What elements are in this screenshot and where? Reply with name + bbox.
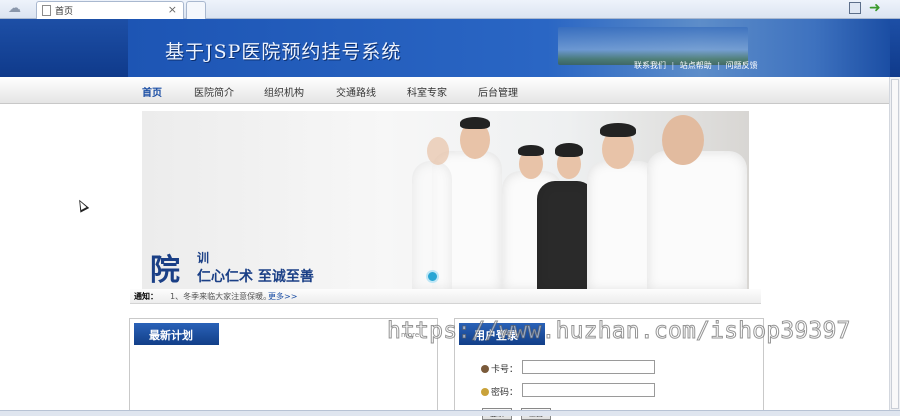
vertical-scrollbar[interactable] bbox=[889, 77, 900, 416]
notice-more-link[interactable]: 更多>> bbox=[268, 291, 297, 302]
scroll-thumb[interactable] bbox=[891, 79, 899, 409]
tab-title: 首页 bbox=[55, 7, 74, 17]
site-title: 基于JSP医院预约挂号系统 bbox=[165, 41, 402, 63]
nav-hospital-intro[interactable]: 医院简介 bbox=[194, 84, 234, 99]
notice-text[interactable]: 1、冬季来临大家注意保暖。 bbox=[170, 291, 271, 302]
doctor-hair bbox=[600, 123, 636, 137]
site-header bbox=[0, 19, 900, 77]
site-help-link[interactable]: 站点帮助 bbox=[680, 61, 712, 70]
doctor-figure bbox=[647, 151, 747, 289]
password-input[interactable] bbox=[522, 383, 655, 397]
notice-label: 通知： bbox=[134, 292, 158, 301]
card-number-input[interactable] bbox=[522, 360, 655, 374]
hospital-motto: 仁心仁术 至诚至善 bbox=[197, 269, 314, 285]
lock-icon bbox=[481, 388, 489, 396]
panel-title: 最新计划 bbox=[134, 323, 219, 345]
password-label: 密码： bbox=[481, 385, 521, 398]
slide-indicator[interactable] bbox=[426, 270, 439, 283]
status-bar bbox=[0, 410, 900, 416]
doctor-hair bbox=[555, 143, 583, 157]
new-tab-button[interactable] bbox=[186, 1, 206, 19]
mouse-cursor-icon bbox=[74, 197, 90, 213]
motto-label: 训 bbox=[197, 251, 210, 265]
link-separator: | bbox=[671, 61, 675, 70]
nav-admin[interactable]: 后台管理 bbox=[478, 84, 518, 99]
browser-tab[interactable]: 首页 × bbox=[36, 1, 184, 19]
user-icon bbox=[481, 365, 489, 373]
page-icon bbox=[42, 5, 51, 16]
motto-character: 院 bbox=[150, 253, 180, 288]
feedback-link[interactable]: 问题反馈 bbox=[726, 61, 758, 70]
nav-department-experts[interactable]: 科室专家 bbox=[407, 84, 447, 99]
doctor-hair bbox=[460, 117, 490, 129]
doctor-face bbox=[427, 137, 449, 165]
link-separator: | bbox=[717, 61, 721, 70]
top-links: 联系我们 | 站点帮助 | 问题反馈 bbox=[634, 60, 761, 71]
nav-organization[interactable]: 组织机构 bbox=[264, 84, 304, 99]
username-label: 卡号： bbox=[481, 362, 521, 375]
hero-banner-image bbox=[142, 111, 749, 289]
browser-tab-bar: ☁ 首页 × ➜ bbox=[0, 0, 900, 19]
doctor-face bbox=[662, 115, 704, 165]
tab-close-button[interactable]: × bbox=[168, 3, 177, 16]
home-icon[interactable] bbox=[849, 2, 861, 14]
doctor-hair bbox=[518, 145, 544, 156]
notice-bar: 通知： 1、冬季来临大家注意保暖。 更多>> bbox=[130, 289, 761, 304]
contact-us-link[interactable]: 联系我们 bbox=[634, 61, 666, 70]
nav-home[interactable]: 首页 bbox=[142, 84, 162, 99]
cloud-icon: ☁ bbox=[8, 1, 21, 16]
nav-traffic-route[interactable]: 交通路线 bbox=[336, 84, 376, 99]
back-arrow-icon[interactable]: ➜ bbox=[869, 0, 881, 16]
watermark: https://www.huzhan.com/ishop39397 bbox=[387, 318, 851, 345]
main-nav: 首页 医院简介 组织机构 交通路线 科室专家 后台管理 bbox=[0, 77, 900, 104]
